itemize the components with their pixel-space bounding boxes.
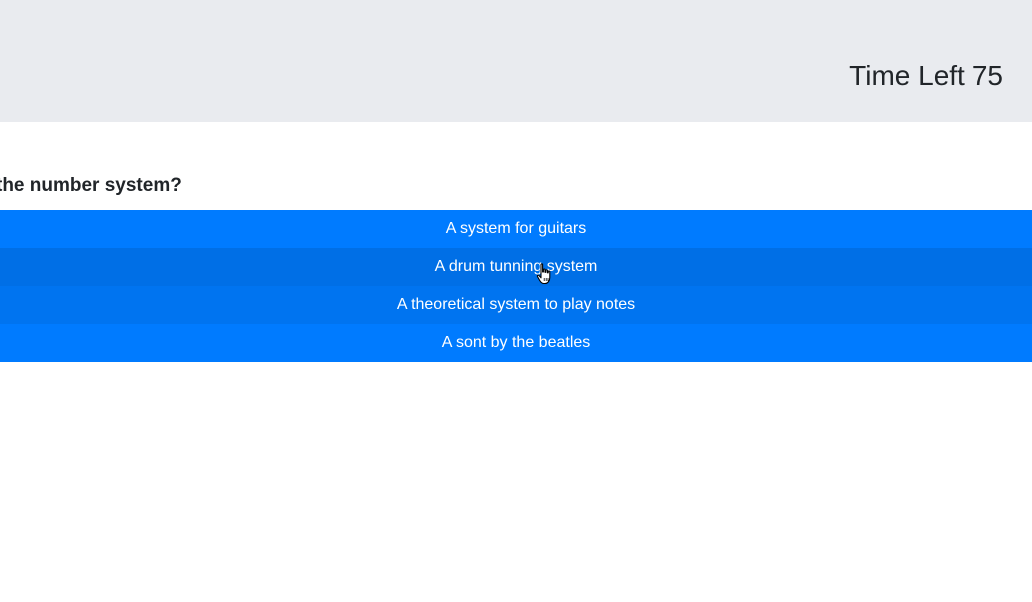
- header-bar: Time Left 75: [0, 0, 1032, 122]
- question-text: the number system?: [0, 175, 182, 196]
- answer-button[interactable]: A drum tunning system: [0, 248, 1032, 286]
- timer-label: Time Left: [849, 60, 965, 91]
- answer-button[interactable]: A system for guitars: [0, 210, 1032, 248]
- timer-value: 75: [971, 60, 1003, 91]
- answer-button[interactable]: A theoretical system to play notes: [0, 286, 1032, 324]
- answer-button[interactable]: A sont by the beatles: [0, 324, 1032, 362]
- timer: Time Left 75: [849, 59, 1003, 93]
- answer-list: A system for guitars A drum tunning syst…: [0, 210, 1032, 362]
